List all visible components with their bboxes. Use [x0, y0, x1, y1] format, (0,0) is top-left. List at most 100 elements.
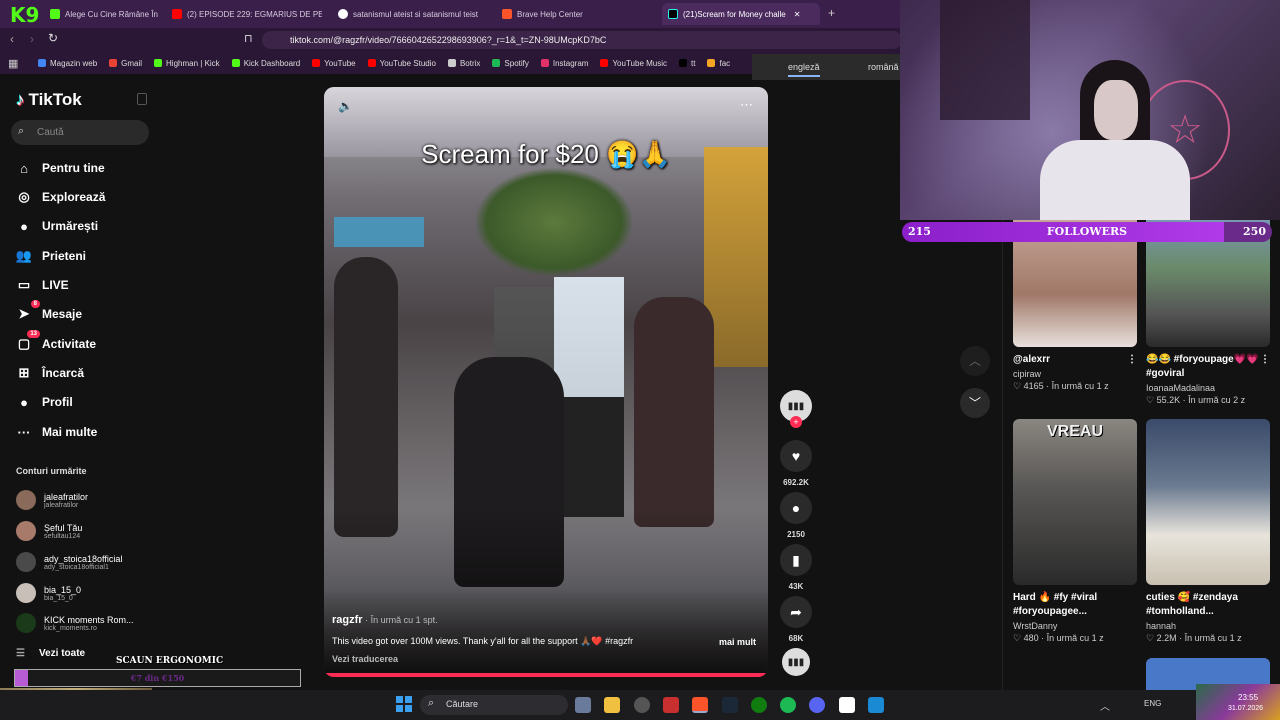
share-button[interactable]: ➦ 68K	[779, 596, 813, 643]
video-thumbnail[interactable]: VREAU	[1013, 419, 1137, 585]
video-caption: cuties 🥰 #zendaya #tomholland...	[1146, 592, 1238, 617]
bookmark-item[interactable]: YouTube Music	[600, 59, 667, 68]
url-field[interactable]: tiktok.com/@ragzfr/video/766604265229869…	[262, 31, 902, 49]
like-button[interactable]: ♥ 692.2K	[779, 440, 813, 487]
video-progress-bar[interactable]	[324, 673, 768, 677]
bookmark-item[interactable]: Highman | Kick	[154, 59, 220, 68]
see-translation-button[interactable]: Vezi traducerea	[332, 654, 398, 664]
following-account[interactable]: ady_stoica18official ady_stoica18official…	[16, 552, 122, 572]
heart-outline-icon: ♡	[1013, 381, 1024, 391]
sidebar-item-friends[interactable]: 👥 Prieteni	[16, 248, 86, 264]
video-author[interactable]: ragzfr	[332, 614, 363, 626]
ergonomic-goal-title: SCAUN ERGONOMIC	[116, 656, 224, 666]
browser-tab[interactable]: satanismul ateist si satanismul teist	[338, 3, 488, 25]
sidebar-item-compass[interactable]: ◎ Explorează	[16, 189, 105, 205]
card-more-icon[interactable]: ⋮	[1127, 353, 1137, 367]
bookmark-item[interactable]: Magazin web	[38, 59, 97, 68]
more-button[interactable]: mai mult	[719, 637, 756, 647]
bookmark-label: Kick Dashboard	[243, 58, 301, 68]
streamer-logo-overlay	[1196, 684, 1280, 720]
file-explorer-icon[interactable]	[604, 697, 620, 713]
next-video-button[interactable]: ﹀	[960, 388, 990, 418]
follow-plus-icon[interactable]: +	[790, 416, 802, 428]
media-app-icon[interactable]	[663, 697, 679, 713]
apps-grid-icon[interactable]: ▦	[8, 57, 18, 70]
video-card[interactable]: VREAU Hard 🔥 #fy #viral #foryoupagee... …	[1013, 419, 1137, 644]
sidebar-item-upload[interactable]: ⊞ Încarcă	[16, 365, 84, 381]
steam-app-icon[interactable]	[722, 697, 738, 713]
browser-tab[interactable]: (2) EPISODE 229: EGMARIUS DE PE T	[172, 3, 322, 25]
avatar	[16, 490, 36, 510]
collapse-sidebar-icon[interactable]	[137, 93, 147, 105]
browser-tab-active[interactable]: (21)Scream for Money challe ✕	[662, 3, 820, 25]
bookmark-item[interactable]: Kick Dashboard	[231, 58, 301, 68]
video-author[interactable]: WrstDanny	[1013, 621, 1137, 631]
xbox-app-icon[interactable]	[751, 697, 767, 713]
app-icon[interactable]	[868, 697, 884, 713]
tray-overflow-icon[interactable]: ︿	[1100, 698, 1110, 713]
following-account[interactable]: jaleafratilor jaleafratilor	[16, 490, 88, 510]
tiktok-logo[interactable]: ♪ TikTok	[16, 90, 82, 110]
bookmark-item[interactable]: Spotify	[492, 59, 529, 68]
search-input[interactable]: Caută	[11, 120, 149, 145]
sidebar-item-home[interactable]: ⌂ Pentru tine	[16, 160, 105, 176]
browser-tab[interactable]: Brave Help Center	[502, 3, 652, 25]
clock-time[interactable]: 23:55	[1238, 693, 1258, 702]
bookmark-icon[interactable]: ⊓	[244, 32, 253, 45]
bookmark-item[interactable]: Gmail	[109, 59, 142, 68]
bookmark-item[interactable]: YouTube	[312, 59, 356, 68]
creator-avatar-button[interactable]: ▮▮▮ +	[779, 390, 813, 428]
following-account[interactable]: Șeful Tău sefultau124	[16, 521, 82, 541]
video-card[interactable]: cuties 🥰 #zendaya #tomholland... hannah …	[1146, 419, 1270, 644]
save-button[interactable]: ▮ 43K	[779, 544, 813, 591]
ergonomic-goal-text: €7 din €150	[130, 673, 185, 683]
sound-button[interactable]: ▮▮▮	[779, 648, 813, 676]
translate-to-tab[interactable]: română	[868, 62, 899, 72]
taskbar-search[interactable]: Căutare	[420, 695, 568, 715]
following-account[interactable]: bia_15_0 bia_15_0	[16, 583, 81, 603]
previous-video-button[interactable]: ︿	[960, 346, 990, 376]
discord-app-icon[interactable]	[809, 697, 825, 713]
sidebar-item-following-avatar[interactable]: ● Urmărești	[16, 218, 98, 234]
video-player[interactable]: 🔈 ⋯ Scream for $20 😭🙏 ragzfr · În urmă c…	[324, 87, 768, 677]
settings-app-icon[interactable]	[575, 697, 591, 713]
translate-from-tab[interactable]: engleză	[788, 62, 820, 77]
sidebar-item-profile[interactable]: ● Profil	[16, 394, 73, 410]
video-author[interactable]: hannah	[1146, 621, 1270, 631]
bookmark-item[interactable]: fac	[707, 59, 730, 68]
bookmark-item[interactable]: tt	[679, 59, 695, 68]
bookmark-item[interactable]: Instagram	[540, 59, 588, 68]
card-more-icon[interactable]: ⋮	[1260, 353, 1270, 381]
see-all-button[interactable]: ☰ Vezi toate	[16, 648, 85, 659]
sidebar-item-more[interactable]: ··· Mai multe	[16, 424, 98, 440]
sidebar-item-activity[interactable]: ▢ 13 Activitate	[16, 330, 96, 352]
video-thumbnail[interactable]	[1146, 419, 1270, 585]
video-author[interactable]: cipiraw	[1013, 369, 1137, 379]
sidebar-item-live[interactable]: ▭ LIVE	[16, 277, 69, 293]
browser-tab[interactable]: Alege Cu Cine Rămâne În	[50, 3, 168, 25]
mute-icon[interactable]: 🔈	[338, 99, 353, 113]
more-options-icon[interactable]: ⋯	[740, 97, 753, 113]
back-icon[interactable]: ‹	[10, 32, 14, 46]
like-count: 2.2M	[1156, 633, 1177, 643]
bookmark-item[interactable]: Botrix	[447, 59, 480, 68]
video-card[interactable]: 😂😂 #foryoupage💗💗 #goviral ⋮ IoanaaMadalin…	[1146, 215, 1270, 406]
sidebar-item-messages[interactable]: ➤ 8 Mesaje	[16, 300, 82, 322]
spotify-app-icon[interactable]	[780, 697, 796, 713]
reload-icon[interactable]: ↻	[48, 31, 58, 45]
heart-icon: ♥	[780, 440, 812, 472]
close-tab-icon[interactable]: ✕	[794, 10, 801, 19]
following-account[interactable]: KICK moments Rom... kick_moments.ro	[16, 613, 134, 633]
capcut-app-icon[interactable]	[839, 697, 855, 713]
clock-date[interactable]: 31.07.2026	[1228, 705, 1263, 712]
video-author[interactable]: IoanaaMadalinaa	[1146, 383, 1270, 393]
forward-icon[interactable]: ›	[30, 32, 34, 46]
new-tab-icon[interactable]: +	[828, 6, 835, 20]
browser-tab-bar: K9 Alege Cu Cine Rămâne În (2) EPISODE 2…	[0, 0, 900, 28]
windows-start-icon[interactable]	[396, 696, 412, 712]
comment-button[interactable]: ● 2150	[779, 492, 813, 539]
brave-app-icon[interactable]	[692, 697, 708, 713]
language-indicator[interactable]: ENG	[1144, 699, 1161, 708]
bookmark-item[interactable]: YouTube Studio	[367, 59, 436, 68]
obs-app-icon[interactable]	[634, 697, 650, 713]
